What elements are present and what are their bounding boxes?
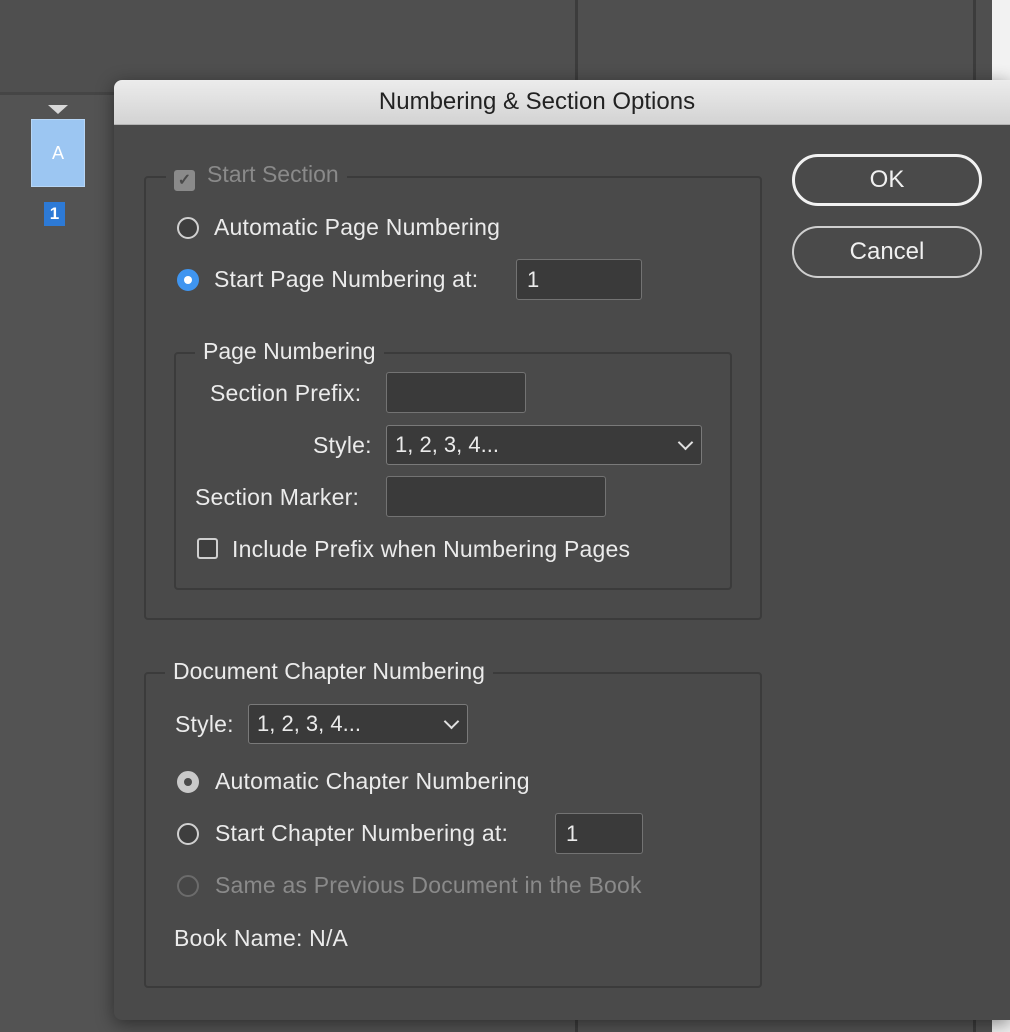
chevron-down-icon bbox=[443, 713, 460, 730]
automatic-page-numbering-label: Automatic Page Numbering bbox=[214, 214, 501, 240]
page-style-label: Style: bbox=[313, 432, 372, 458]
include-prefix-label: Include Prefix when Numbering Pages bbox=[232, 536, 631, 562]
section-marker-input[interactable] bbox=[386, 476, 606, 517]
page-thumbnail-label: A bbox=[51, 142, 64, 163]
automatic-page-numbering-radio[interactable] bbox=[177, 217, 199, 239]
start-chapter-numbering-radio[interactable] bbox=[177, 823, 199, 845]
page-thumbnail[interactable]: A bbox=[31, 119, 85, 187]
start-page-number-input[interactable]: 1 bbox=[516, 259, 642, 300]
chapter-style-select[interactable]: 1, 2, 3, 4... bbox=[248, 704, 468, 744]
dialog-title: Numbering & Section Options bbox=[378, 88, 696, 115]
numbering-section-options-dialog: Numbering & Section Options OK Cancel ✓ S… bbox=[114, 80, 1010, 1020]
automatic-chapter-numbering-label: Automatic Chapter Numbering bbox=[215, 768, 530, 794]
include-prefix-checkbox[interactable] bbox=[197, 538, 218, 559]
start-section-legend: ✓ Start Section bbox=[166, 161, 347, 191]
chevron-down-icon bbox=[677, 434, 694, 451]
page-style-select[interactable]: 1, 2, 3, 4... bbox=[386, 425, 702, 465]
same-as-previous-label: Same as Previous Document in the Book bbox=[215, 872, 642, 898]
same-as-previous-radio[interactable] bbox=[177, 875, 199, 897]
start-page-numbering-label: Start Page Numbering at: bbox=[214, 266, 479, 292]
page-numbering-legend: Page Numbering bbox=[195, 338, 384, 365]
section-marker-label: Section Marker: bbox=[195, 484, 360, 510]
book-name-label: Book Name: N/A bbox=[174, 925, 349, 951]
page-indicator-arrow-icon bbox=[48, 105, 68, 114]
section-prefix-input[interactable] bbox=[386, 372, 526, 413]
start-chapter-number-input[interactable]: 1 bbox=[555, 813, 643, 854]
start-section-checkbox[interactable]: ✓ bbox=[174, 169, 195, 191]
automatic-chapter-numbering-radio[interactable] bbox=[177, 771, 199, 793]
start-page-numbering-radio[interactable] bbox=[177, 269, 199, 291]
section-prefix-label: Section Prefix: bbox=[210, 380, 362, 406]
chapter-style-value: 1, 2, 3, 4... bbox=[257, 711, 361, 736]
page-style-value: 1, 2, 3, 4... bbox=[395, 432, 499, 457]
chapter-numbering-legend: Document Chapter Numbering bbox=[165, 658, 493, 685]
app-toolbar-area bbox=[0, 0, 1010, 92]
page-number-badge: 1 bbox=[44, 202, 65, 226]
cancel-button[interactable]: Cancel bbox=[792, 226, 982, 278]
dialog-titlebar[interactable]: Numbering & Section Options bbox=[114, 80, 1010, 125]
start-chapter-numbering-label: Start Chapter Numbering at: bbox=[215, 820, 509, 846]
start-section-label: Start Section bbox=[207, 161, 339, 187]
ok-button[interactable]: OK bbox=[792, 154, 982, 206]
chapter-style-label: Style: bbox=[175, 711, 234, 737]
